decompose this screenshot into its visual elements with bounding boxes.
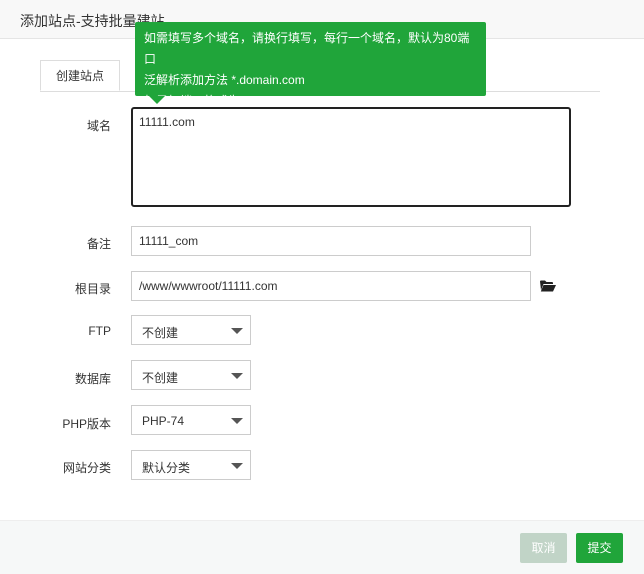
chevron-down-icon	[231, 418, 243, 424]
tab-create-site[interactable]: 创建站点	[40, 60, 120, 91]
database-select-value: 不创建	[142, 371, 179, 385]
dialog-footer: 取消 提交	[0, 520, 644, 574]
folder-open-icon[interactable]	[540, 280, 556, 292]
root-dir-input[interactable]	[131, 271, 531, 301]
ftp-label: FTP	[88, 324, 111, 338]
site-category-label: 网站分类	[62, 461, 111, 475]
chevron-down-icon	[231, 463, 243, 469]
domain-label: 域名	[86, 119, 111, 133]
ftp-select-value: 不创建	[142, 326, 179, 340]
php-version-label: PHP版本	[62, 417, 111, 431]
remark-label: 备注	[86, 237, 111, 251]
site-category-select[interactable]: 默认分类	[131, 450, 251, 480]
chevron-down-icon	[231, 373, 243, 379]
tooltip-arrow	[149, 96, 165, 104]
chevron-down-icon	[231, 328, 243, 334]
submit-button[interactable]: 提交	[576, 533, 623, 563]
ftp-select[interactable]: 不创建	[131, 315, 251, 345]
remark-input[interactable]	[131, 226, 531, 256]
database-label: 数据库	[74, 372, 111, 386]
tooltip-line: 如需填写多个域名，请换行填写，每行一个域名，默认为80端口	[144, 31, 470, 66]
domain-textarea[interactable]: 11111.com	[131, 107, 571, 207]
root-dir-label: 根目录	[74, 282, 111, 296]
domain-help-tooltip: 如需填写多个域名，请换行填写，每行一个域名，默认为80端口 泛解析添加方法 *.…	[135, 22, 486, 108]
tooltip-line: 如另加端口格式为 www.domain.com:88	[144, 94, 355, 108]
php-version-select-value: PHP-74	[142, 414, 185, 428]
php-version-select[interactable]: PHP-74	[131, 405, 251, 435]
add-site-dialog: 添加站点-支持批量建站 创建站点 域名 11111.com 备注 根目录 FTP…	[0, 0, 644, 574]
site-category-select-value: 默认分类	[142, 461, 191, 475]
cancel-button[interactable]: 取消	[520, 533, 567, 563]
tooltip-line: 泛解析添加方法 *.domain.com	[144, 73, 305, 87]
database-select[interactable]: 不创建	[131, 360, 251, 390]
